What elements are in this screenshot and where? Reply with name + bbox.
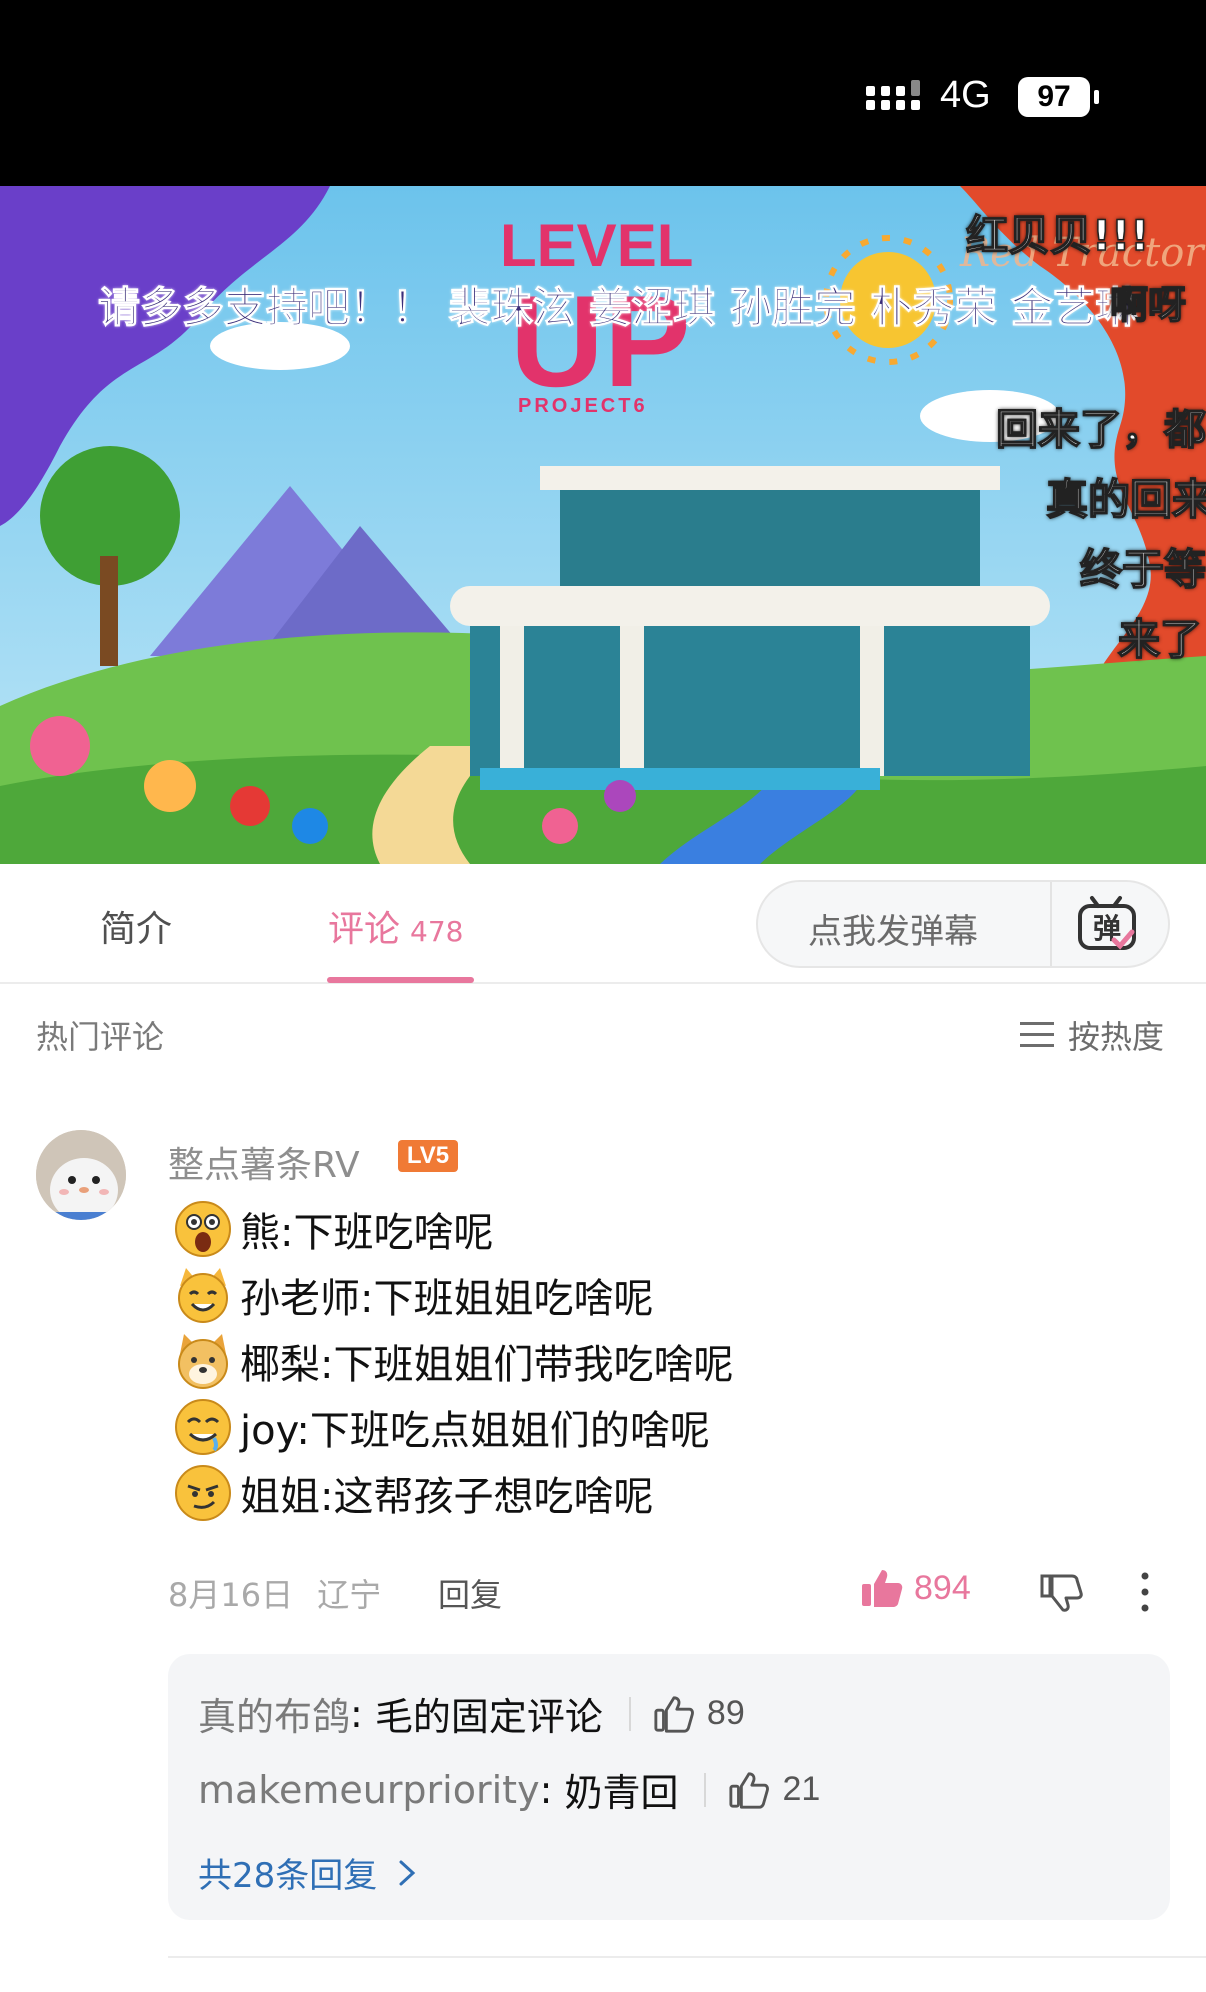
like-button[interactable]: 894 — [860, 1566, 971, 1610]
tab-comments[interactable]: 评论 478 — [328, 900, 463, 952]
like-count: 894 — [914, 1568, 971, 1607]
comment-line: 孙老师:下班姐姐吃啥呢 — [174, 1262, 733, 1328]
comment-line: 姐姐:这帮孩子想吃啥呢 — [174, 1460, 733, 1526]
comment-line: joy:下班吃点姐姐们的啥呢 — [174, 1394, 733, 1460]
danmaku-comment: 终于等 — [1079, 544, 1206, 595]
logo-project: PROJECT6 — [518, 395, 648, 417]
comment-line-text: joy:下班吃点姐姐们的啥呢 — [240, 1408, 710, 1454]
danmaku-comment: 回来了，都 — [995, 404, 1206, 455]
comment-line: 椰梨:下班姐姐们带我吃啥呢 — [174, 1328, 733, 1394]
replies-total: 共28条回复 — [198, 1856, 378, 1896]
divider — [704, 1772, 707, 1807]
reply-username[interactable]: makemeurpriority — [198, 1768, 540, 1812]
list-icon — [1020, 1022, 1054, 1047]
status-bar: 4G 97 — [0, 0, 1206, 186]
hot-comments-title: 热门评论 — [36, 1018, 165, 1056]
reply-like-count: 89 — [706, 1694, 745, 1732]
thumbs-up-icon[interactable] — [728, 1769, 770, 1811]
reply-text: 奶青回 — [564, 1771, 679, 1815]
level-badge: LV5 — [398, 1140, 458, 1172]
comment-line: 熊:下班吃啥呢 — [174, 1196, 733, 1262]
view-all-replies-link[interactable]: 共28条回复 — [198, 1848, 419, 1897]
divider — [1050, 882, 1052, 966]
comment-meta: 8月16日 辽宁 — [168, 1570, 381, 1616]
comment-line-text: 孙老师:下班姐姐吃啥呢 — [240, 1276, 654, 1322]
reply-item[interactable]: makemeurpriority : 奶青回 21 — [198, 1762, 820, 1817]
cat-smile-emoji-icon — [178, 1268, 228, 1323]
avatar[interactable] — [36, 1130, 126, 1220]
comments-header: 热门评论 按热度 — [0, 984, 1206, 1084]
replies-preview[interactable]: 真的布鸽 : 毛的固定评论 89 makemeurpriority : 奶青回 … — [168, 1654, 1170, 1920]
reply-like-count: 21 — [782, 1770, 821, 1808]
chevron-right-icon — [399, 1860, 416, 1885]
tab-intro[interactable]: 简介 — [100, 900, 172, 952]
signal-icon — [866, 80, 920, 110]
video-player[interactable]: LEVEL UP PROJECT6 Red Tractor 请多多支持吧！！ 裴… — [0, 186, 1206, 864]
battery-icon: 97 — [1018, 77, 1090, 117]
danmaku-input-placeholder: 点我发弹幕 — [808, 912, 978, 952]
more-icon[interactable] — [1134, 1570, 1156, 1614]
reply-colon: : — [350, 1691, 375, 1736]
comment-date: 8月16日 — [168, 1576, 294, 1614]
comment-line-text: 熊:下班吃啥呢 — [240, 1210, 494, 1256]
network-type: 4G — [940, 74, 991, 116]
comment-line-text: 椰梨:下班姐姐们带我吃啥呢 — [240, 1342, 734, 1388]
comment-username[interactable]: 整点薯条RV — [168, 1136, 360, 1188]
smirk-emoji-icon — [175, 1465, 231, 1521]
surprised-emoji-icon — [175, 1201, 231, 1257]
divider — [168, 1956, 1206, 1958]
divider — [628, 1696, 631, 1731]
danmaku-comment: 啊呀 — [1109, 282, 1187, 328]
thumbs-down-icon[interactable] — [1040, 1570, 1084, 1614]
battery-tip — [1094, 90, 1099, 104]
drool-emoji-icon — [175, 1399, 231, 1455]
comment-body: 熊:下班吃啥呢 孙老师:下班姐姐吃啥呢 椰梨:下班姐姐们带我吃啥呢 joy:下班… — [174, 1196, 733, 1526]
danmaku-comment: 请多多支持吧！！ 裴珠泫 姜涩琪 孙胜完 朴秀荣 金艺琳 — [97, 283, 1138, 333]
reply-text: 毛的固定评论 — [374, 1695, 603, 1739]
thumbs-up-icon[interactable] — [653, 1693, 695, 1735]
comment-count: 478 — [410, 915, 464, 948]
danmaku-comment: 真的回来 — [1045, 474, 1206, 525]
reply-username[interactable]: 真的布鸽 — [198, 1686, 350, 1741]
thumbs-up-filled-icon — [862, 1570, 903, 1607]
danmaku-toggle-icon[interactable]: 弹 — [1074, 894, 1140, 954]
tab-comments-label: 评论 — [328, 909, 401, 950]
sort-label: 按热度 — [1068, 1018, 1165, 1056]
active-tab-indicator — [327, 977, 474, 983]
danmaku-input[interactable]: 点我发弹幕 弹 — [756, 880, 1170, 968]
reply-colon: : — [539, 1767, 565, 1812]
comment-line-text: 姐姐:这帮孩子想吃啥呢 — [240, 1474, 654, 1520]
dog-emoji-icon — [178, 1334, 228, 1389]
danmaku-comment: 来了 — [1117, 614, 1203, 665]
reply-item[interactable]: 真的布鸽 : 毛的固定评论 89 — [198, 1686, 745, 1741]
reply-button[interactable]: 回复 — [438, 1570, 502, 1616]
tab-bar: 简介 评论 478 点我发弹幕 弹 — [0, 864, 1206, 984]
sort-button[interactable]: 按热度 — [1020, 1012, 1164, 1058]
comment-location: 辽宁 — [317, 1576, 382, 1614]
bird-avatar-icon — [36, 1130, 126, 1220]
danmaku-comment: 红贝贝!!! — [965, 210, 1150, 261]
